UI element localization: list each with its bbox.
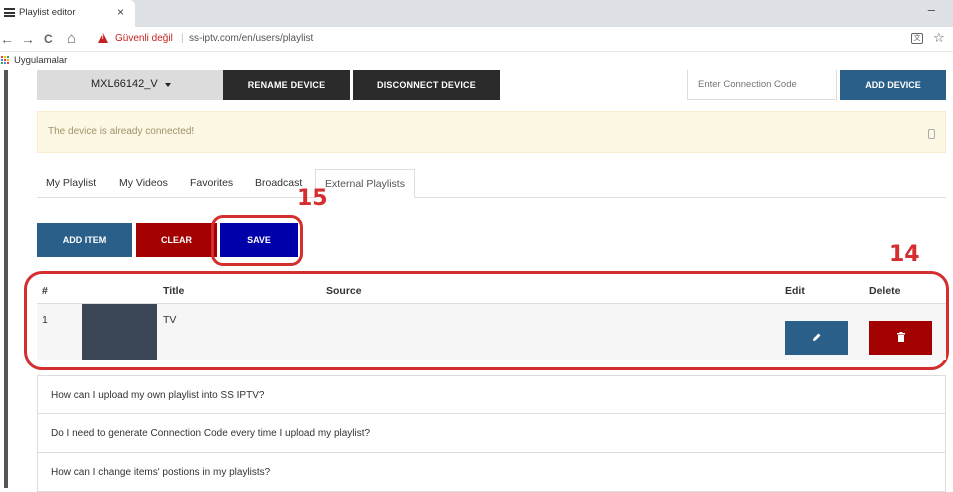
disconnect-device-button[interactable]: DISCONNECT DEVICE bbox=[353, 70, 500, 100]
delete-button[interactable] bbox=[869, 321, 932, 355]
faq-item[interactable]: Do I need to generate Connection Code ev… bbox=[37, 414, 946, 453]
warning-icon[interactable] bbox=[98, 33, 108, 43]
add-item-button[interactable]: ADD ITEM bbox=[37, 223, 132, 257]
tab-close-icon[interactable]: × bbox=[117, 5, 124, 19]
add-device-button[interactable]: ADD DEVICE bbox=[840, 70, 946, 100]
pencil-icon bbox=[812, 333, 820, 342]
bookmark-apps[interactable]: Uygulamalar bbox=[14, 55, 67, 66]
annotation-frame-save bbox=[211, 215, 303, 266]
window-minimize-button[interactable]: – bbox=[928, 2, 935, 17]
table-header: # Title Source Edit Delete bbox=[37, 280, 946, 304]
clear-button[interactable]: CLEAR bbox=[136, 223, 217, 257]
row-thumbnail bbox=[82, 304, 157, 360]
apps-dot bbox=[7, 62, 9, 64]
device-dropdown[interactable]: MXL66142_V bbox=[37, 70, 223, 100]
browser-tab-strip: Playlist editor × – bbox=[0, 0, 953, 27]
tab-external-playlists[interactable]: External Playlists bbox=[315, 169, 415, 198]
table-row: 1 TV bbox=[37, 304, 946, 360]
header-title: Title bbox=[163, 285, 185, 297]
connection-code-input[interactable] bbox=[687, 70, 837, 100]
bookmark-star-icon[interactable]: ☆ bbox=[933, 30, 945, 46]
apps-dot bbox=[7, 56, 9, 58]
annotation-number-save: 15 bbox=[297, 186, 328, 211]
back-icon[interactable]: ← bbox=[0, 30, 14, 48]
left-edge-bar bbox=[4, 70, 8, 488]
security-label[interactable]: Güvenli değil bbox=[115, 33, 173, 44]
apps-dot bbox=[1, 62, 3, 64]
tab-broadcast[interactable]: Broadcast bbox=[255, 169, 302, 198]
row-title: TV bbox=[163, 314, 177, 326]
edit-button[interactable] bbox=[785, 321, 848, 355]
header-source: Source bbox=[326, 285, 362, 297]
tab-my-playlist[interactable]: My Playlist bbox=[46, 169, 96, 198]
header-edit: Edit bbox=[785, 285, 805, 297]
faq-list: How can I upload my own playlist into SS… bbox=[37, 375, 946, 492]
bookmarks-bar: Uygulamalar bbox=[0, 52, 953, 70]
reload-icon[interactable]: C bbox=[44, 30, 53, 48]
browser-tab[interactable]: Playlist editor × bbox=[0, 0, 135, 27]
trash-icon bbox=[896, 332, 905, 343]
forward-icon[interactable]: → bbox=[21, 30, 35, 48]
apps-dot bbox=[7, 59, 9, 61]
alert-message: The device is already connected! bbox=[48, 126, 195, 137]
header-delete: Delete bbox=[869, 285, 901, 297]
caret-down-icon bbox=[165, 83, 171, 87]
annotation-number-table: 14 bbox=[889, 242, 920, 267]
header-index: # bbox=[42, 285, 48, 297]
row-index: 1 bbox=[42, 314, 48, 326]
menu-icon bbox=[4, 8, 15, 17]
tab-title: Playlist editor bbox=[19, 7, 76, 18]
tab-my-videos[interactable]: My Videos bbox=[119, 169, 168, 198]
url-separator: | bbox=[181, 33, 184, 44]
apps-dot bbox=[4, 59, 6, 61]
playlist-tabs: My Playlist My Videos Favorites Broadcas… bbox=[37, 169, 946, 198]
translate-icon[interactable]: 文 bbox=[911, 33, 923, 44]
apps-dot bbox=[4, 62, 6, 64]
home-icon[interactable]: ⌂ bbox=[67, 30, 76, 48]
faq-item[interactable]: How can I change items' postions in my p… bbox=[37, 453, 946, 492]
device-selected: MXL66142_V bbox=[91, 78, 158, 90]
rename-device-button[interactable]: RENAME DEVICE bbox=[223, 70, 350, 100]
apps-dot bbox=[1, 56, 3, 58]
apps-dot bbox=[4, 56, 6, 58]
faq-item[interactable]: How can I upload my own playlist into SS… bbox=[37, 375, 946, 414]
apps-dot bbox=[1, 59, 3, 61]
address-bar: ← → C ⌂ Güvenli değil | ss-iptv.com/en/u… bbox=[0, 27, 953, 52]
tab-favorites[interactable]: Favorites bbox=[190, 169, 233, 198]
url-text[interactable]: ss-iptv.com/en/users/playlist bbox=[189, 33, 313, 44]
alert-close-icon[interactable] bbox=[928, 129, 935, 139]
connection-alert: The device is already connected! bbox=[37, 111, 946, 153]
apps-grid-icon[interactable] bbox=[1, 56, 10, 65]
